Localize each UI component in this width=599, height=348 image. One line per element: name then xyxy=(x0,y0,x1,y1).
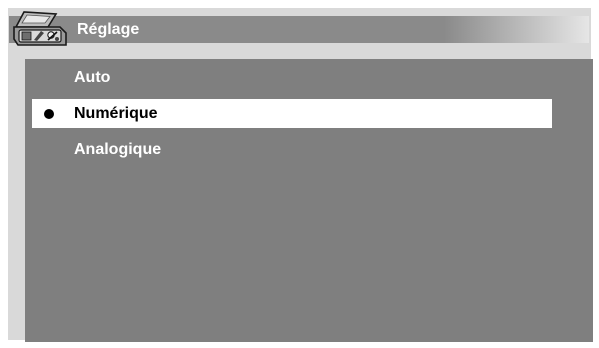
menu-item-label: Analogique xyxy=(74,141,162,158)
menu-panel: Auto Numérique Analogique xyxy=(25,59,593,342)
page-title: Réglage xyxy=(77,21,140,38)
menu-item-analogique[interactable]: Analogique xyxy=(32,135,552,164)
selected-bullet-icon xyxy=(44,109,54,119)
menu-item-label: Numérique xyxy=(74,105,158,122)
menu-item-auto[interactable]: Auto xyxy=(32,63,552,92)
toolbox-icon xyxy=(13,11,67,46)
menu-item-label: Auto xyxy=(74,69,111,86)
menu-item-numerique[interactable]: Numérique xyxy=(32,99,552,128)
